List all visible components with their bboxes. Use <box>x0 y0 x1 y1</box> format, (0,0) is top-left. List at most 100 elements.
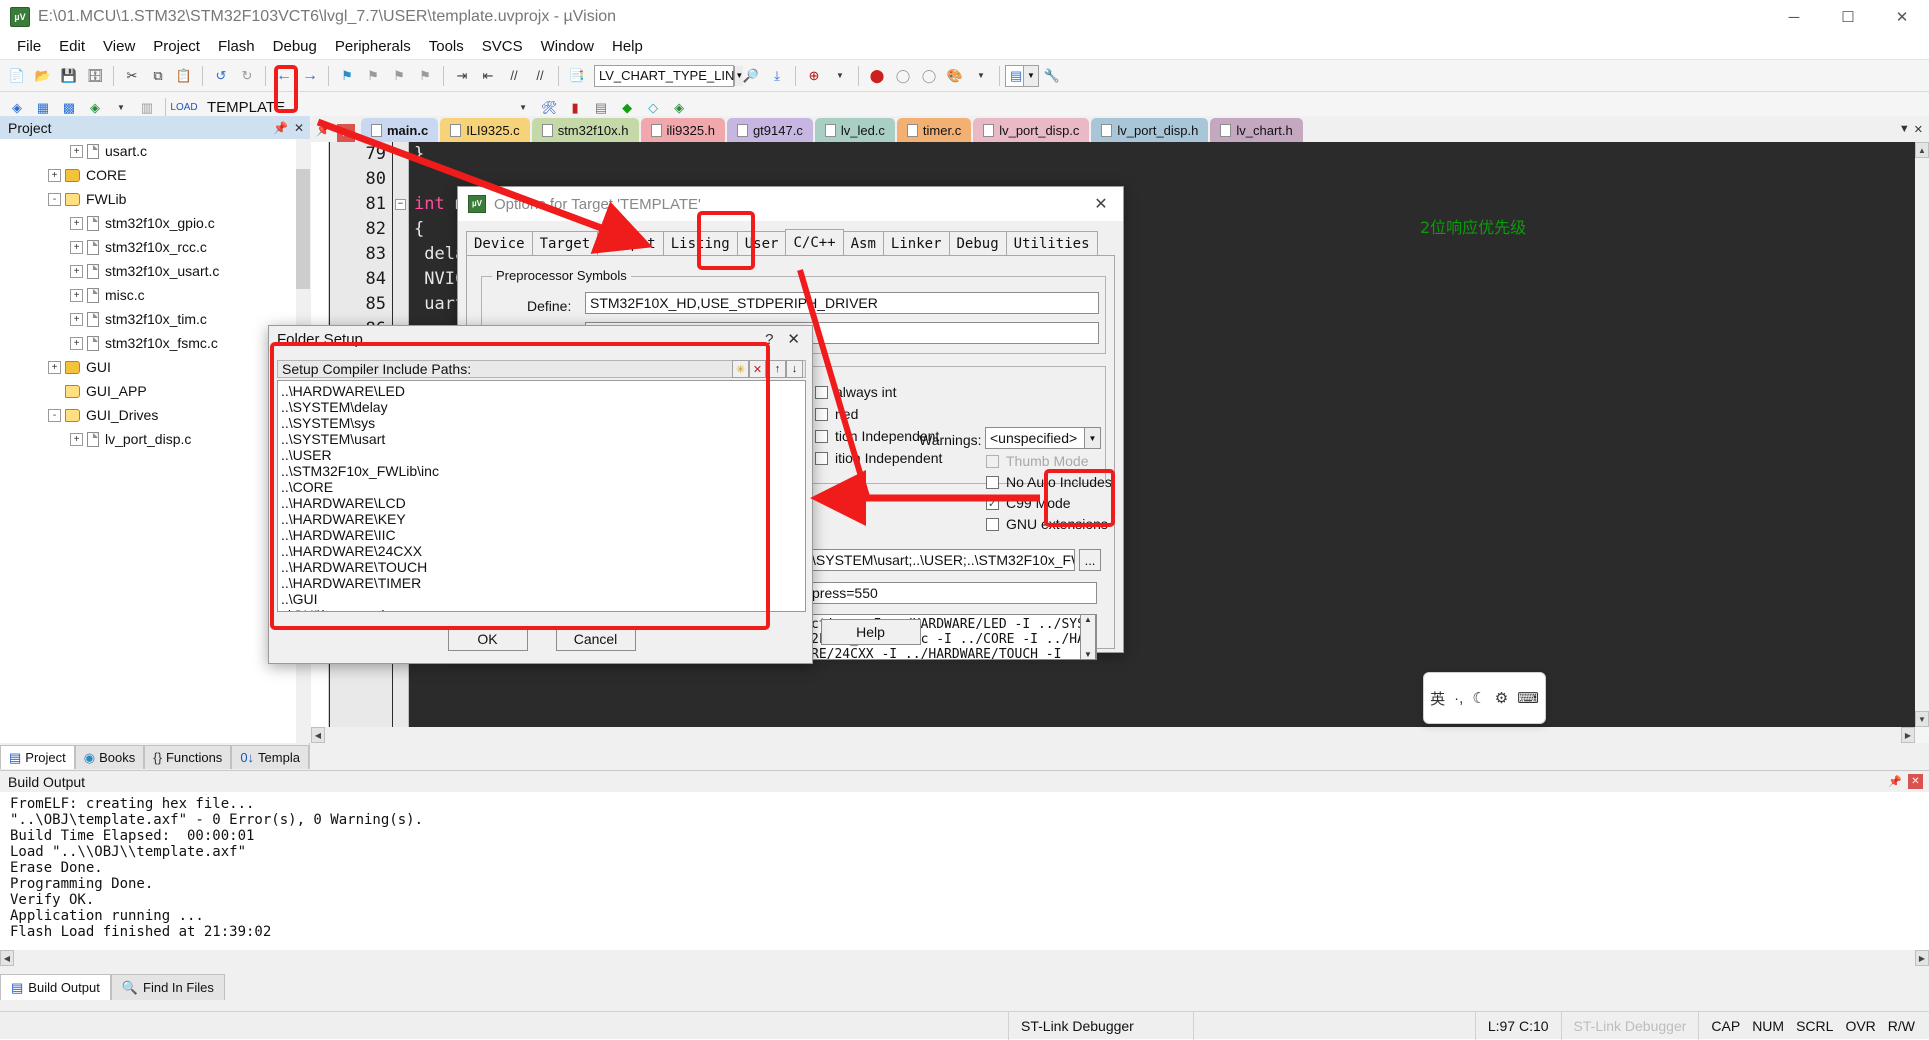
move-up-icon[interactable]: ↑ <box>769 360 786 378</box>
checkbox-row[interactable]: GNU extensions <box>986 516 1108 532</box>
undo-icon[interactable]: ↺ <box>209 64 233 88</box>
bookmark-clear-icon[interactable]: ⚑ <box>413 64 437 88</box>
include-path-item[interactable]: ..\USER <box>281 447 805 463</box>
expand-icon[interactable]: + <box>48 360 61 374</box>
checkbox-row[interactable]: always int <box>815 384 896 400</box>
tree-item[interactable]: + stm32f10x_tim.c <box>0 307 309 331</box>
tree-item[interactable]: + GUI <box>0 355 309 379</box>
checkbox-icon[interactable] <box>986 517 999 531</box>
save-all-icon[interactable]: 🗄 <box>83 64 107 88</box>
tree-item[interactable]: + stm32f10x_gpio.c <box>0 211 309 235</box>
warnings-select[interactable]: <unspecified> ▼ <box>985 427 1101 449</box>
expand-icon[interactable]: + <box>70 312 83 326</box>
pin-icon[interactable]: 📌 <box>273 121 288 135</box>
ime-punctuation-icon[interactable]: ·, <box>1454 690 1463 707</box>
menu-peripherals[interactable]: Peripherals <box>326 35 420 58</box>
include-path-item[interactable]: ..\HARDWARE\LCD <box>281 495 805 511</box>
breakpoint-icon[interactable]: ⬤ <box>865 64 889 88</box>
tab-books[interactable]: ◉ Books <box>74 745 145 769</box>
expand-icon[interactable]: + <box>70 432 83 446</box>
menu-project[interactable]: Project <box>144 35 209 58</box>
checkbox-row[interactable]: tion Independent <box>815 428 939 444</box>
breakpoint-disable-icon[interactable]: ◯ <box>891 64 915 88</box>
include-path-item[interactable]: ..\CORE <box>281 479 805 495</box>
find-in-files-icon[interactable]: 📑 <box>565 64 589 88</box>
new-path-icon[interactable]: ✳ <box>732 360 749 378</box>
expand-icon[interactable]: + <box>70 144 83 158</box>
tree-item[interactable]: + stm32f10x_fsmc.c <box>0 331 309 355</box>
menu-flash[interactable]: Flash <box>209 35 264 58</box>
breakpoint-clear-icon[interactable]: ◯ <box>917 64 941 88</box>
include-paths-list[interactable]: ..\HARDWARE\LED ..\SYSTEM\delay ..\SYSTEM\… <box>277 380 806 612</box>
tree-item[interactable]: + misc.c <box>0 283 309 307</box>
editor-tab-timer-c[interactable]: timer.c <box>896 118 972 142</box>
collapse-icon[interactable]: - <box>48 192 61 206</box>
bookmark-toggle-icon[interactable]: ⚑ <box>335 64 359 88</box>
include-paths-browse-button[interactable]: ... <box>1079 549 1101 571</box>
expand-icon[interactable]: + <box>70 288 83 302</box>
include-path-item[interactable]: ..\HARDWARE\IIC <box>281 527 805 543</box>
editor-tab-main-c[interactable]: main.c <box>361 118 439 142</box>
scroll-right-icon[interactable]: ▶ <box>1915 950 1929 966</box>
comment-icon[interactable]: // <box>502 64 526 88</box>
close-icon[interactable]: ✕ <box>294 121 304 135</box>
tab-find-in-files[interactable]: 🔍 Find In Files <box>110 974 225 1000</box>
minimize-button[interactable]: ─ <box>1767 0 1821 34</box>
include-path-item[interactable]: ..\SYSTEM\sys <box>281 415 805 431</box>
forward-icon[interactable]: → <box>298 64 322 88</box>
kill-breakpoints-icon[interactable]: 🎨 <box>943 64 967 88</box>
options-tab-user[interactable]: User <box>736 231 787 255</box>
expand-icon[interactable]: + <box>70 240 83 254</box>
cut-icon[interactable]: ✂ <box>120 64 144 88</box>
tree-item[interactable]: - GUI_Drives <box>0 403 309 427</box>
checkbox-row[interactable]: ition Independent <box>815 450 942 466</box>
project-tree[interactable]: + usart.c + CORE - FWLib + stm32f10x_gpio.c + stm… <box>0 139 310 743</box>
tab-build-output[interactable]: ▤ Build Output <box>0 974 111 1000</box>
editor-horizontal-scrollbar[interactable]: ◀ ▶ <box>311 727 1915 743</box>
editor-tab-ili9325-h[interactable]: ili9325.h <box>640 118 725 142</box>
include-path-item[interactable]: ..\HARDWARE\TIMER <box>281 575 805 591</box>
menu-help[interactable]: Help <box>603 35 652 58</box>
menu-window[interactable]: Window <box>532 35 603 58</box>
editor-tab-lv-chart-h[interactable]: lv_chart.h <box>1210 118 1303 142</box>
misc-controls-input[interactable]: press=550 <box>807 582 1097 604</box>
options-tab-target[interactable]: Target <box>531 231 599 255</box>
menu-svcs[interactable]: SVCS <box>473 35 532 58</box>
include-path-item[interactable]: ..\HARDWARE\TOUCH <box>281 559 805 575</box>
scroll-thumb[interactable] <box>296 169 310 289</box>
bookmark-next-icon[interactable]: ⚑ <box>387 64 411 88</box>
menu-view[interactable]: View <box>94 35 144 58</box>
cancel-button[interactable]: Cancel <box>555 626 636 651</box>
checkbox-icon[interactable] <box>986 475 999 489</box>
scroll-left-icon[interactable]: ◀ <box>311 727 325 743</box>
close-icon[interactable]: ✕ <box>1914 123 1923 136</box>
tree-item[interactable]: + usart.c <box>0 139 309 163</box>
options-tab-debug[interactable]: Debug <box>948 231 1007 255</box>
options-tab-utilities[interactable]: Utilities <box>1005 231 1098 255</box>
options-tab-listing[interactable]: Listing <box>662 231 738 255</box>
checkbox-icon[interactable] <box>815 385 828 399</box>
find-icon[interactable]: 🔎 <box>739 64 763 88</box>
include-path-item[interactable]: ..\SYSTEM\delay <box>281 399 805 415</box>
chevron-down-icon[interactable]: ▼ <box>1023 65 1038 86</box>
open-file-icon[interactable]: 📂 <box>31 64 55 88</box>
editor-vertical-scrollbar[interactable]: ▲ ▼ <box>1915 142 1929 727</box>
expand-icon[interactable]: + <box>70 216 83 230</box>
tree-item[interactable]: + lv_port_disp.c <box>0 427 309 451</box>
new-file-icon[interactable]: 📄 <box>5 64 29 88</box>
scroll-left-icon[interactable]: ◀ <box>0 950 14 966</box>
checkbox-icon[interactable] <box>815 451 828 465</box>
expand-icon[interactable]: + <box>48 168 61 182</box>
indent-icon[interactable]: ⇥ <box>450 64 474 88</box>
chevron-down-icon[interactable]: ▼ <box>969 64 993 88</box>
find-next-icon[interactable]: ⤓ <box>765 64 789 88</box>
tree-item[interactable]: + stm32f10x_usart.c <box>0 259 309 283</box>
editor-tab-stm32f10x-h[interactable]: stm32f10x.h <box>531 118 639 142</box>
tree-item[interactable]: + stm32f10x_rcc.c <box>0 235 309 259</box>
include-path-item[interactable]: ..\HARDWARE\24CXX <box>281 543 805 559</box>
ime-language-label[interactable]: 英 <box>1430 688 1445 709</box>
scroll-down-icon[interactable]: ▼ <box>1915 711 1929 727</box>
ime-keyboard-icon[interactable]: ⌨ <box>1517 689 1539 707</box>
pin-icon[interactable]: 📌 <box>1888 775 1902 788</box>
maximize-button[interactable]: ☐ <box>1821 0 1875 34</box>
